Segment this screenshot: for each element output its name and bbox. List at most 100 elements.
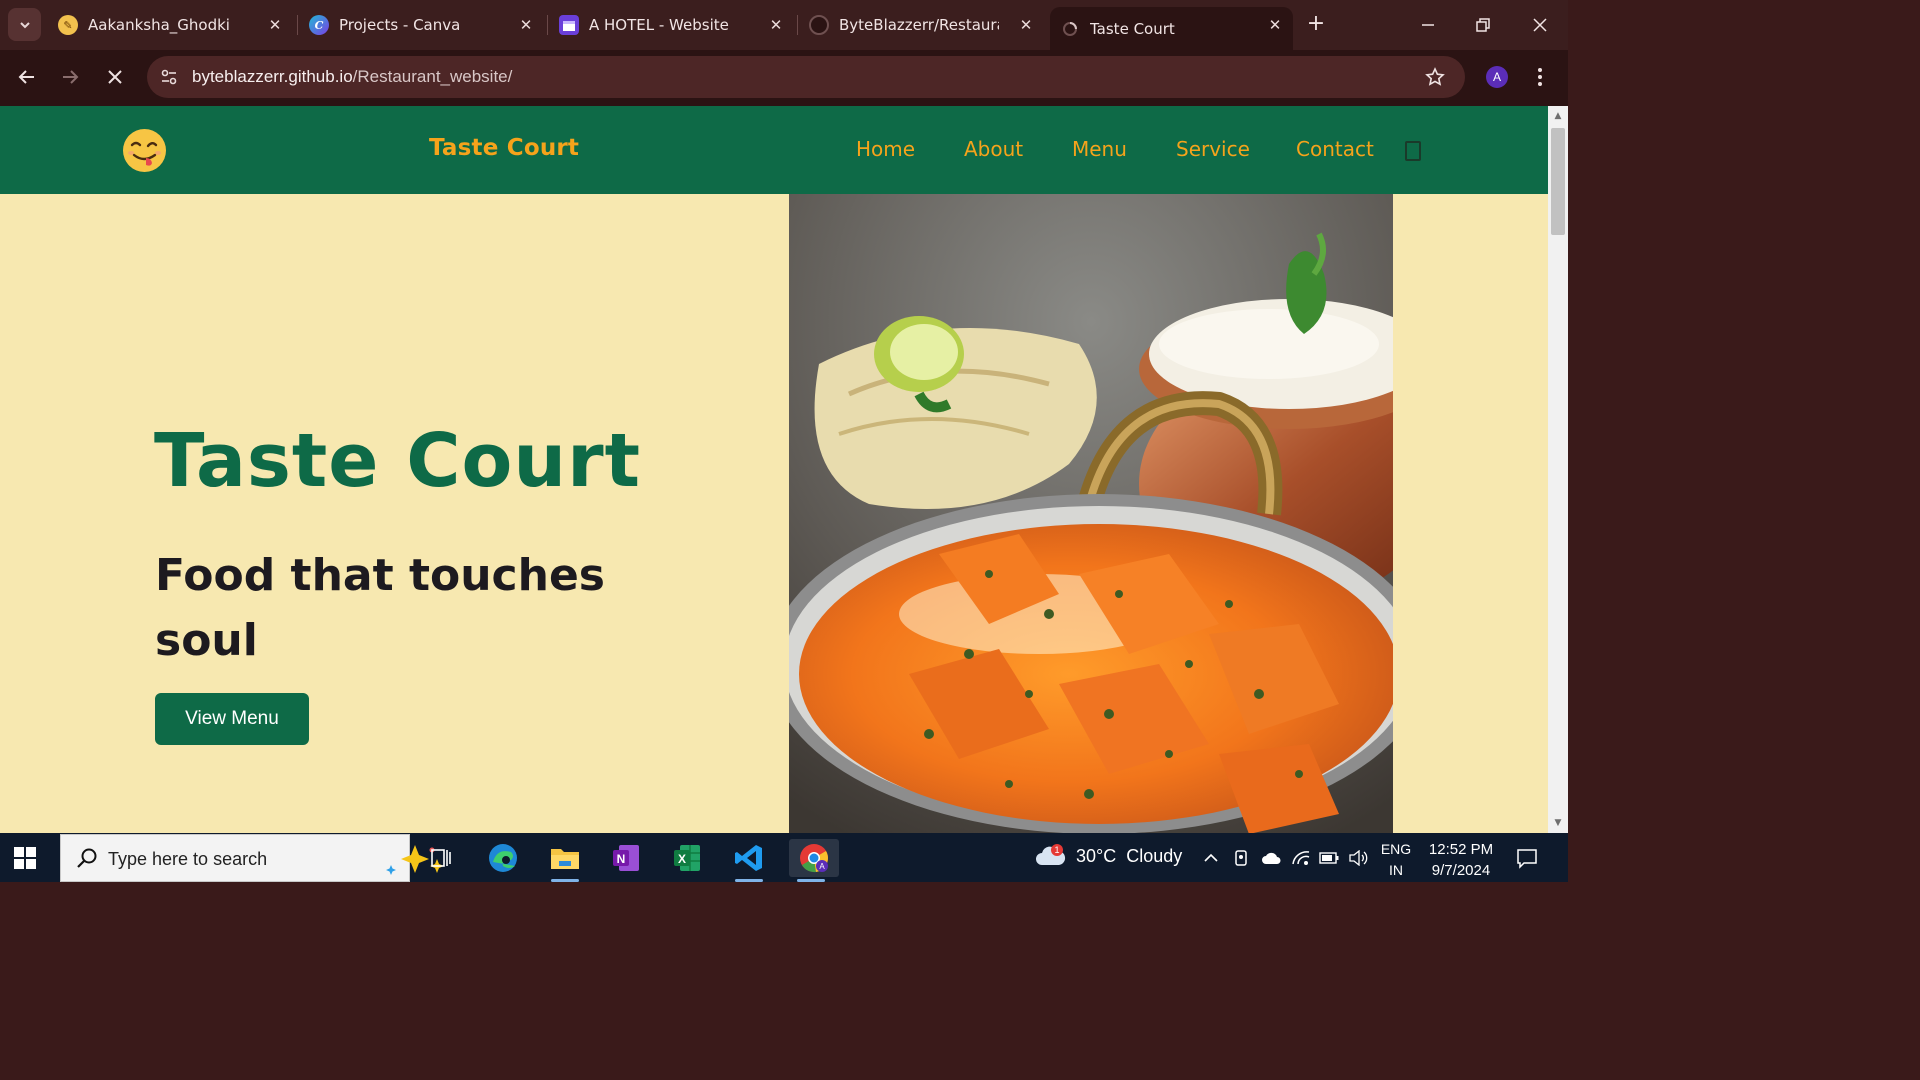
close-tab-icon[interactable]: ✕ [1265,15,1285,35]
excel-icon: X [674,845,700,871]
scroll-down-icon[interactable]: ▼ [1552,817,1564,829]
paneer-curry-photo [789,194,1393,833]
svg-text:A: A [819,862,825,871]
excel-button[interactable]: X [665,839,709,877]
brand-name[interactable]: Taste Court [429,135,579,161]
clock[interactable]: 12:52 PM 9/7/2024 [1426,839,1496,881]
onenote-icon: N [613,845,639,871]
close-tab-icon[interactable]: ✕ [516,15,536,35]
page-scrollbar[interactable]: ▲ ▼ [1548,106,1568,833]
weather-temperature: 30°C [1076,845,1117,866]
profile-initial: A [1492,70,1501,84]
arrow-right-icon [63,70,79,84]
browser-toolbar: byteblazzerr.github.io/Restaurant_websit… [0,50,1568,106]
show-hidden-icons-button[interactable] [1200,847,1222,869]
chevron-down-icon [19,21,30,28]
wifi-icon[interactable] [1290,847,1312,869]
minimize-icon [1422,24,1434,26]
chrome-button[interactable]: A [789,839,839,882]
svg-text:N: N [617,852,626,866]
tab-title: A HOTEL - Website [589,16,729,34]
chevron-up-icon [1204,853,1218,862]
language-indicator[interactable]: ENG IN [1380,839,1412,881]
url-path: /Restaurant_website/ [352,67,513,86]
close-tab-icon[interactable]: ✕ [265,15,285,35]
url-host: byteblazzerr.github.io [192,67,353,86]
site-info-icon[interactable] [157,65,181,89]
hero-title: Taste Court [154,418,641,504]
tab-title: Projects - Canva [339,16,461,34]
onenote-button[interactable]: N [604,839,648,877]
language-primary: ENG [1380,841,1412,857]
search-placeholder: Type here to search [108,849,268,869]
cloud-icon: 1 [1036,844,1066,865]
tab-canva[interactable]: C Projects - Canva ✕ [299,7,544,43]
edge-icon [489,844,517,872]
forward-button[interactable] [54,61,86,93]
volume-icon[interactable] [1347,847,1369,869]
site-header: Taste Court Home About Menu Service Cont… [0,106,1548,194]
clock-time: 12:52 PM [1428,841,1494,858]
chrome-icon: A [800,844,828,873]
close-icon [1533,18,1547,32]
file-explorer-icon [551,849,579,869]
tab-aakanksha[interactable]: ✎ Aakanksha_Ghodki ✕ [48,7,293,43]
menu-toggle-icon[interactable] [1405,141,1421,161]
page-viewport: Taste Court Home About Menu Service Cont… [0,106,1548,833]
pencil-icon: ✎ [58,15,78,35]
tab-hotel[interactable]: A HOTEL - Website ✕ [549,7,794,43]
tab-taste-court[interactable]: Taste Court ✕ [1050,7,1293,50]
file-explorer-button[interactable] [543,839,587,882]
language-region: IN [1389,862,1403,878]
edge-button[interactable] [481,839,525,877]
canva-icon: C [309,15,329,35]
github-icon [809,15,829,35]
nav-contact[interactable]: Contact [1296,137,1374,161]
url-text[interactable]: byteblazzerr.github.io/Restaurant_websit… [192,67,512,87]
stop-loading-button[interactable] [99,61,131,93]
plus-icon: + [1306,11,1326,36]
bookmark-star-icon[interactable] [1423,65,1447,89]
weather-condition: Cloudy [1126,845,1183,866]
vscode-button[interactable] [727,839,771,882]
close-window-button[interactable] [1525,10,1555,40]
back-button[interactable] [11,61,43,93]
meet-now-icon[interactable] [1230,847,1252,869]
view-menu-button[interactable]: View Menu [155,693,309,745]
browser-menu-button[interactable] [1530,64,1550,90]
windows-start-icon[interactable] [12,845,38,871]
calendar-icon [559,15,579,35]
taskbar-search-input[interactable]: Type here to search [60,834,444,882]
restore-button[interactable] [1468,10,1498,40]
scrollbar-thumb[interactable] [1551,128,1565,235]
nav-about[interactable]: About [964,137,1023,161]
yum-emoji-logo-icon[interactable] [122,128,167,173]
address-bar[interactable]: byteblazzerr.github.io/Restaurant_websit… [147,56,1465,98]
task-view-button[interactable] [419,839,463,877]
tab-separator [297,15,298,35]
vscode-icon [735,845,762,871]
close-icon [108,70,122,84]
weather-widget[interactable]: 1 30°C Cloudy [1034,843,1182,869]
tab-title: Aakanksha_Ghodki [88,16,230,34]
nav-home[interactable]: Home [856,137,915,161]
tab-strip: ✎ Aakanksha_Ghodki ✕ C Projects - Canva … [0,0,1568,50]
windows-taskbar: Type here to search N X A 1 30°C Cloudy [0,833,1568,882]
tab-github[interactable]: ByteBlazzerr/Restaurant_w ✕ [799,7,1044,43]
new-tab-button[interactable]: + [1303,12,1329,38]
profile-avatar[interactable]: A [1486,66,1508,88]
arrow-left-icon [18,70,34,84]
nav-service[interactable]: Service [1176,137,1250,161]
close-tab-icon[interactable]: ✕ [766,15,786,35]
loading-icon [1060,19,1080,39]
scroll-up-icon[interactable]: ▲ [1552,110,1564,122]
tab-separator [797,15,798,35]
onedrive-cloud-icon[interactable] [1260,847,1282,869]
minimize-button[interactable] [1413,10,1443,40]
close-tab-icon[interactable]: ✕ [1016,15,1036,35]
nav-menu[interactable]: Menu [1072,137,1127,161]
notifications-icon[interactable] [1515,846,1539,870]
battery-icon[interactable] [1318,847,1340,869]
weather-badge: 1 [1054,845,1059,855]
tab-search-button[interactable] [8,8,41,41]
